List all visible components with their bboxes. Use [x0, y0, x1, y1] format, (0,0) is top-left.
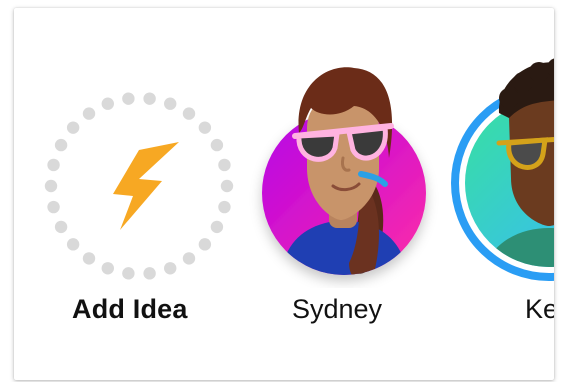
- avatar-kevin[interactable]: [439, 8, 554, 288]
- dotted-ring-dot: [182, 107, 196, 120]
- dotted-ring-dot: [101, 262, 114, 275]
- story-kevin-label: Kev: [525, 294, 554, 324]
- dotted-ring-dot: [82, 107, 96, 120]
- dotted-ring-dot: [164, 262, 177, 275]
- dotted-ring-dot: [198, 238, 212, 251]
- dotted-ring-dot: [54, 138, 68, 152]
- dotted-ring-dot: [143, 92, 156, 105]
- story-carousel[interactable]: Add Idea Sydney Ke: [14, 8, 554, 380]
- story-sydney-label: Sydney: [292, 294, 383, 324]
- dotted-ring-dot: [210, 220, 224, 234]
- dotted-ring-dot: [47, 200, 60, 214]
- dotted-ring-dot: [143, 267, 156, 280]
- dotted-ring-dot: [182, 252, 196, 265]
- add-idea-story[interactable]: Add Idea: [14, 8, 234, 380]
- story-kevin[interactable]: Kev: [439, 8, 554, 380]
- dotted-ring-dot: [218, 158, 231, 172]
- dotted-ring-dot: [122, 267, 135, 280]
- dotted-ring-dot: [210, 138, 224, 152]
- dotted-ring-dot: [54, 220, 68, 234]
- lightning-bolt-icon: [113, 142, 179, 230]
- screen: Add Idea Sydney Ke: [0, 0, 561, 382]
- dotted-ring-dot: [44, 179, 58, 193]
- dotted-ring-dot: [198, 121, 212, 134]
- story-sydney[interactable]: Sydney: [239, 8, 439, 380]
- dotted-ring-dot: [82, 252, 96, 265]
- dotted-ring-dot: [220, 179, 234, 193]
- dotted-ring-dot: [66, 238, 80, 251]
- dotted-ring-dot: [47, 158, 60, 172]
- dotted-ring-dot: [66, 121, 80, 134]
- dotted-ring-dot: [122, 92, 135, 105]
- dotted-ring-dot: [164, 97, 177, 110]
- dotted-ring[interactable]: [39, 86, 239, 286]
- dotted-ring-dot: [101, 97, 114, 110]
- add-idea-label: Add Idea: [72, 294, 188, 324]
- dotted-ring-dot: [218, 200, 231, 214]
- avatar-sydney[interactable]: [249, 8, 459, 288]
